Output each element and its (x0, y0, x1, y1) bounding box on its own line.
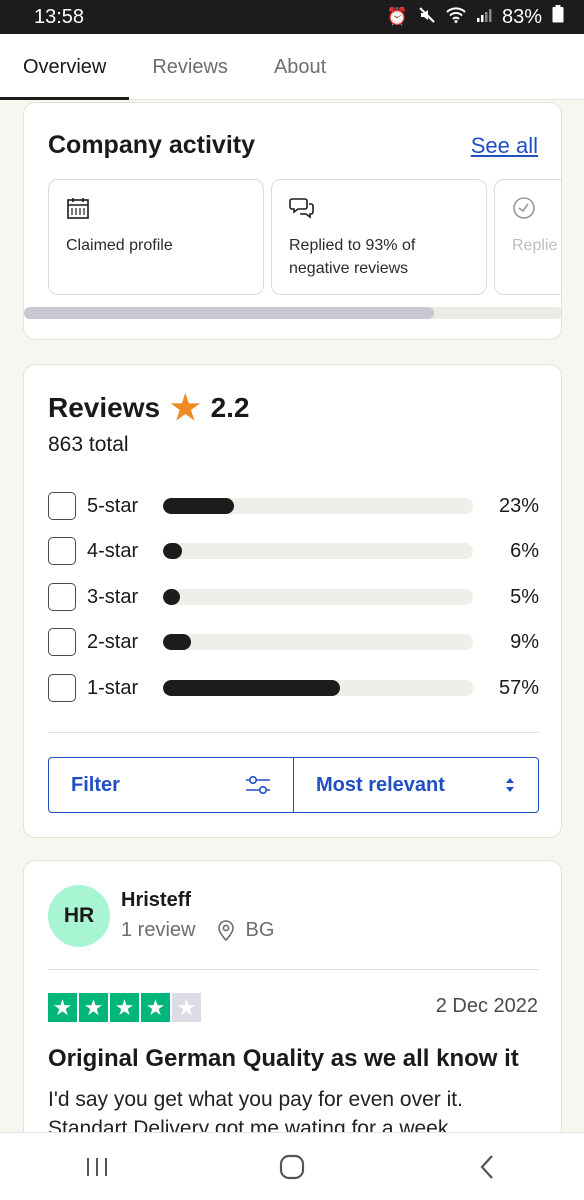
status-bar: 13:58 ⏰ 83% (0, 0, 584, 34)
calendar-icon (67, 198, 89, 219)
reviews-summary-card: Reviews ★ 2.2 863 total 5-star 23% 4-sta… (23, 364, 562, 838)
sort-arrows-icon (506, 778, 514, 792)
divider (48, 969, 539, 970)
back-icon (480, 1154, 493, 1179)
rating-star-icon: ★ (48, 993, 77, 1022)
home-icon (279, 1154, 305, 1179)
star-bar-track (163, 498, 473, 514)
star-filter-checkbox[interactable] (48, 583, 76, 611)
company-activity-title: Company activity (48, 131, 256, 159)
star-filter-label: 1-star (87, 676, 139, 699)
star-percent: 6% (510, 539, 539, 562)
star-filter-checkbox[interactable] (48, 537, 76, 565)
activity-item-reply-time[interactable]: Replie review (494, 179, 561, 295)
star-percent: 57% (498, 676, 539, 699)
filter-label: Filter (71, 773, 120, 796)
rating-star-icon: ★ (172, 993, 201, 1022)
tab-about[interactable]: About (251, 34, 349, 100)
sort-label: Most relevant (316, 773, 445, 796)
sliders-icon (246, 775, 270, 795)
reviews-title: Reviews (48, 392, 161, 423)
see-all-link[interactable]: See all (471, 133, 538, 159)
activity-item-claimed[interactable]: Claimed profile (48, 179, 264, 295)
recent-apps-button[interactable] (67, 1142, 127, 1192)
reviewer-name[interactable]: Hristeff (121, 889, 191, 912)
battery-icon (552, 5, 564, 29)
star-bar-track (163, 680, 473, 696)
review-title[interactable]: Original German Quality as we all know i… (48, 1045, 519, 1073)
wifi-icon (446, 6, 466, 28)
reviewer-review-count: 1 review (121, 919, 196, 941)
star-filter-row[interactable]: 5-star 23% (48, 491, 539, 521)
tab-reviews[interactable]: Reviews (129, 34, 251, 100)
filter-button[interactable]: Filter (49, 758, 294, 812)
avatar[interactable]: HR (48, 885, 110, 947)
activity-scrollbar[interactable] (24, 307, 561, 319)
system-nav-bar (0, 1132, 584, 1200)
rating-star-icon: ★ (110, 993, 139, 1022)
star-percent: 23% (498, 494, 539, 517)
home-button[interactable] (262, 1142, 322, 1192)
chat-bubbles-icon (289, 198, 314, 219)
activity-scrollbar-thumb[interactable] (24, 307, 434, 319)
star-filter-label: 3-star (87, 585, 139, 608)
activity-item-text: Claimed profile (66, 237, 173, 254)
mute-icon (418, 6, 436, 29)
activity-item-text: Replie review (512, 237, 561, 254)
star-bar-track (163, 634, 473, 650)
star-filter-label: 5-star (87, 494, 139, 517)
review-date: 2 Dec 2022 (435, 995, 538, 1017)
star-filter-label: 4-star (87, 539, 139, 562)
star-percent: 9% (510, 630, 539, 653)
location-pin-icon (218, 919, 235, 941)
filter-sort-bar: Filter Most relevant (48, 757, 539, 813)
back-button[interactable] (457, 1142, 517, 1192)
tab-overview[interactable]: Overview (0, 34, 130, 100)
star-filter-checkbox[interactable] (48, 674, 76, 702)
star-filter-row[interactable]: 1-star 57% (48, 673, 539, 703)
rating-star-icon: ★ (141, 993, 170, 1022)
company-activity-card: Company activity See all Claimed profile… (23, 102, 562, 340)
activity-item-text: Replied to 93% of negative reviews (289, 237, 416, 277)
reviews-total: 863 total (48, 433, 129, 456)
activity-item-replied[interactable]: Replied to 93% of negative reviews (271, 179, 487, 295)
clock-icon (513, 197, 535, 219)
star-filter-checkbox[interactable] (48, 628, 76, 656)
divider (48, 732, 539, 733)
review-card: HR Hristeff 1 review BG ★ ★ ★ ★ ★ 2 Dec … (23, 860, 562, 1160)
star-bar-fill (163, 543, 182, 559)
tab-bar: Overview Reviews About (0, 34, 584, 100)
rating-value: 2.2 (210, 392, 250, 423)
battery-percent: 83% (501, 5, 542, 28)
star-icon: ★ (170, 389, 201, 427)
sort-dropdown[interactable]: Most relevant (294, 758, 538, 812)
star-filter-label: 2-star (87, 630, 139, 653)
star-bar-track (163, 543, 473, 559)
star-filter-checkbox[interactable] (48, 492, 76, 520)
recent-apps-icon (87, 1157, 108, 1176)
rating-star-icon: ★ (79, 993, 108, 1022)
star-bar-fill (163, 680, 340, 696)
review-star-rating: ★ ★ ★ ★ ★ (48, 993, 201, 1022)
reviewer-country: BG (245, 919, 275, 941)
status-time: 13:58 (34, 5, 85, 28)
star-percent: 5% (510, 585, 539, 608)
star-bar-track (163, 589, 473, 605)
star-filter-row[interactable]: 3-star 5% (48, 582, 539, 612)
signal-icon (476, 7, 492, 28)
alarm-icon: ⏰ (386, 7, 408, 26)
star-bar-fill (163, 589, 181, 605)
star-bar-fill (163, 634, 191, 650)
star-filter-row[interactable]: 2-star 9% (48, 627, 539, 657)
star-bar-fill (163, 498, 235, 514)
star-filter-row[interactable]: 4-star 6% (48, 536, 539, 566)
